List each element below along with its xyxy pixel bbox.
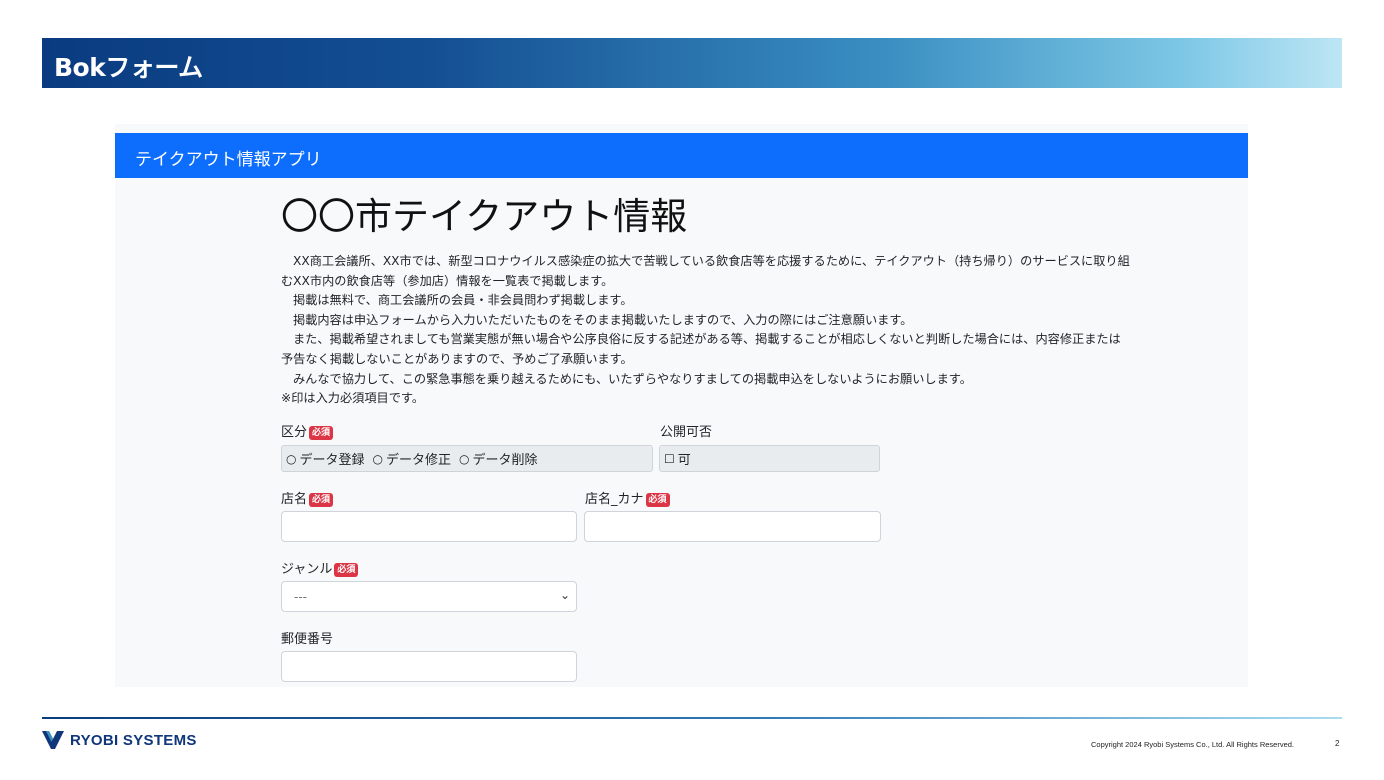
postal-input[interactable] [281, 651, 577, 682]
ryobi-logo-icon [42, 731, 64, 749]
page-heading: 〇〇市テイクアウト情報 [281, 195, 688, 238]
genre-label-text: ジャンル [281, 562, 333, 577]
checkbox-icon: ☐ [664, 451, 675, 466]
genre-selected-value: --- [294, 590, 307, 604]
intro-line: 掲載内容は申込フォームから入力いただいたものをそのまま掲載いたしますので、入力の… [293, 312, 913, 327]
radio-icon: ○ [372, 451, 383, 466]
checkbox-publish[interactable]: ☐ 可 [664, 449, 691, 469]
required-badge: 必須 [645, 493, 670, 507]
radio-data-modify[interactable]: ○ データ修正 [372, 449, 452, 469]
store-kana-label: 店名_カナ 必須 [585, 488, 670, 507]
radio-icon: ○ [459, 451, 470, 466]
intro-line: XX商工会議所、XX市では、新型コロナウイルス感染症の拡大で苦戦している飲食店等… [293, 254, 1130, 268]
category-label: 区分 必須 [281, 421, 334, 440]
publish-label: 公開可否 [660, 425, 713, 440]
radio-icon: ○ [286, 451, 297, 466]
footer-divider [42, 717, 1342, 719]
app-screenshot: テイクアウト情報アプリ 〇〇市テイクアウト情報 XX商工会議所、XX市では、新型… [115, 124, 1248, 687]
required-badge: 必須 [334, 563, 359, 577]
intro-line: ※印は入力必須項目です。 [281, 391, 425, 406]
radio-data-delete[interactable]: ○ データ削除 [459, 449, 538, 469]
required-badge: 必須 [309, 493, 334, 507]
slide-title: Bokフォーム [54, 53, 203, 82]
category-radio-group: ○ データ登録 ○ データ修正 ○ データ削除 [281, 445, 653, 472]
logo-text: RYOBI SYSTEMS [70, 731, 197, 749]
store-kana-input[interactable] [584, 511, 881, 542]
copyright-text: Copyright 2024 Ryobi Systems Co., Ltd. A… [1091, 740, 1295, 749]
chevron-down-icon: ⌄ [559, 588, 570, 602]
publish-checkbox-group: ☐ 可 [659, 445, 880, 472]
radio-label: データ削除 [472, 453, 538, 468]
navbar-brand[interactable]: テイクアウト情報アプリ [135, 145, 322, 170]
intro-line: むXX市内の飲食店等（参加店）情報を一覧表で掲載します。 [281, 273, 614, 288]
intro-line: 予告なく掲載しないことがありますので、予めご了承願います。 [281, 351, 633, 366]
store-name-label: 店名 必須 [281, 488, 334, 507]
intro-line: 掲載は無料で、商工会議所の会員・非会員問わず掲載します。 [293, 293, 633, 308]
radio-label: データ登録 [299, 453, 365, 468]
category-label-text: 区分 [281, 425, 308, 440]
checkbox-label: 可 [677, 453, 691, 468]
radio-data-register[interactable]: ○ データ登録 [286, 449, 365, 469]
store-name-input[interactable] [281, 511, 577, 542]
company-logo: RYOBI SYSTEMS [42, 731, 197, 749]
store-name-label-text: 店名 [281, 492, 308, 507]
app-navbar: テイクアウト情報アプリ [115, 133, 1248, 178]
intro-line: みんなで協力して、この緊急事態を乗り越えるためにも、いたずらやなりすましての掲載… [293, 371, 972, 386]
required-badge: 必須 [309, 426, 334, 440]
intro-line: また、掲載希望されましても営業実態が無い場合や公序良俗に反する記述がある等、掲載… [293, 332, 1121, 347]
postal-label: 郵便番号 [281, 632, 334, 647]
slide-header: Bokフォーム [42, 38, 1342, 88]
genre-label: ジャンル 必須 [281, 558, 359, 577]
store-kana-label-text: 店名_カナ [585, 492, 644, 507]
page-number: 2 [1335, 739, 1340, 748]
radio-label: データ修正 [385, 453, 451, 468]
intro-text: XX商工会議所、XX市では、新型コロナウイルス感染症の拡大で苦戦している飲食店等… [281, 252, 1191, 409]
genre-select[interactable]: --- ⌄ [281, 581, 577, 612]
